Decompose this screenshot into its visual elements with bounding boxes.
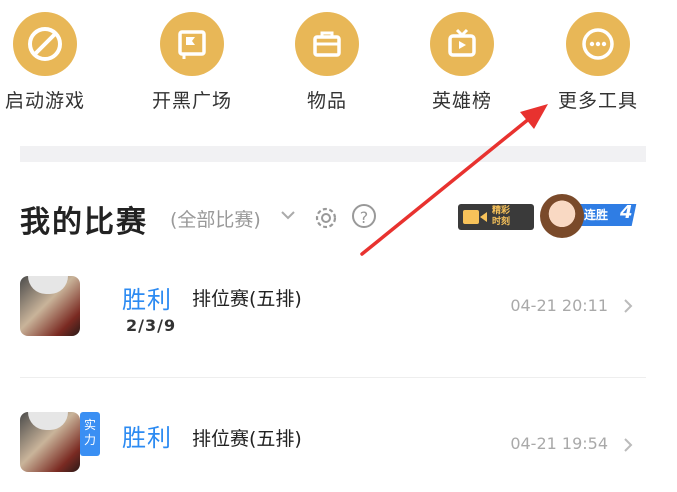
match-mode: 排位赛(五排) (192, 288, 302, 310)
tool-more-tools[interactable]: 更多工具 (543, 12, 653, 112)
match-result: 胜利 (122, 286, 172, 314)
tool-label: 英雄榜 (431, 90, 492, 112)
match-kda: 2/3/9 (126, 316, 177, 335)
tool-label: 更多工具 (557, 90, 638, 112)
match-filter-dropdown[interactable]: (全部比赛) (170, 205, 261, 232)
more-tools-icon (566, 12, 630, 76)
hero-avatar (20, 276, 80, 336)
chevron-right-icon[interactable] (622, 437, 634, 453)
section-separator (20, 146, 646, 162)
match-time: 04-21 20:11 (510, 296, 608, 315)
tool-launch-game[interactable]: 启动游戏 (0, 12, 100, 112)
team-plaza-icon (160, 12, 224, 76)
tool-items[interactable]: 物品 (272, 12, 382, 112)
strength-badge: 实力 (80, 412, 100, 456)
match-mode: 排位赛(五排) (192, 428, 302, 450)
tool-label: 物品 (306, 90, 347, 112)
streak-count: 4 (620, 202, 633, 223)
match-time: 04-21 19:54 (510, 434, 608, 453)
tool-label: 启动游戏 (4, 90, 85, 112)
highlight-line1: 精彩 (492, 206, 511, 216)
row-divider (20, 377, 646, 378)
launch-game-icon (13, 12, 77, 76)
match-row[interactable]: 实力 胜利 排位赛(五排) 04-21 19:54 (20, 412, 646, 492)
hero-portrait (540, 194, 584, 238)
tool-team-plaza[interactable]: 开黑广场 (137, 12, 247, 112)
hero-avatar (20, 412, 80, 472)
chevron-down-icon[interactable] (280, 208, 296, 222)
hero-ranking-icon (430, 12, 494, 76)
camera-icon (463, 210, 487, 224)
match-result: 胜利 (122, 424, 172, 452)
highlight-line2: 时刻 (492, 217, 511, 227)
streak-label: 连胜 (584, 208, 609, 222)
highlight-moments-badge[interactable]: 精彩 时刻 (458, 204, 534, 230)
match-row[interactable]: 胜利 排位赛(五排) 2/3/9 04-21 20:11 (20, 276, 646, 356)
win-streak-badge[interactable]: 连胜 4 (540, 194, 637, 238)
tool-label: 开黑广场 (151, 90, 232, 112)
chevron-right-icon[interactable] (622, 298, 634, 314)
gear-icon[interactable] (312, 204, 340, 232)
items-icon (295, 12, 359, 76)
page-title: 我的比赛 (20, 205, 148, 240)
help-icon[interactable]: ? (352, 204, 376, 228)
tool-hero-ranking[interactable]: 英雄榜 (407, 12, 517, 112)
